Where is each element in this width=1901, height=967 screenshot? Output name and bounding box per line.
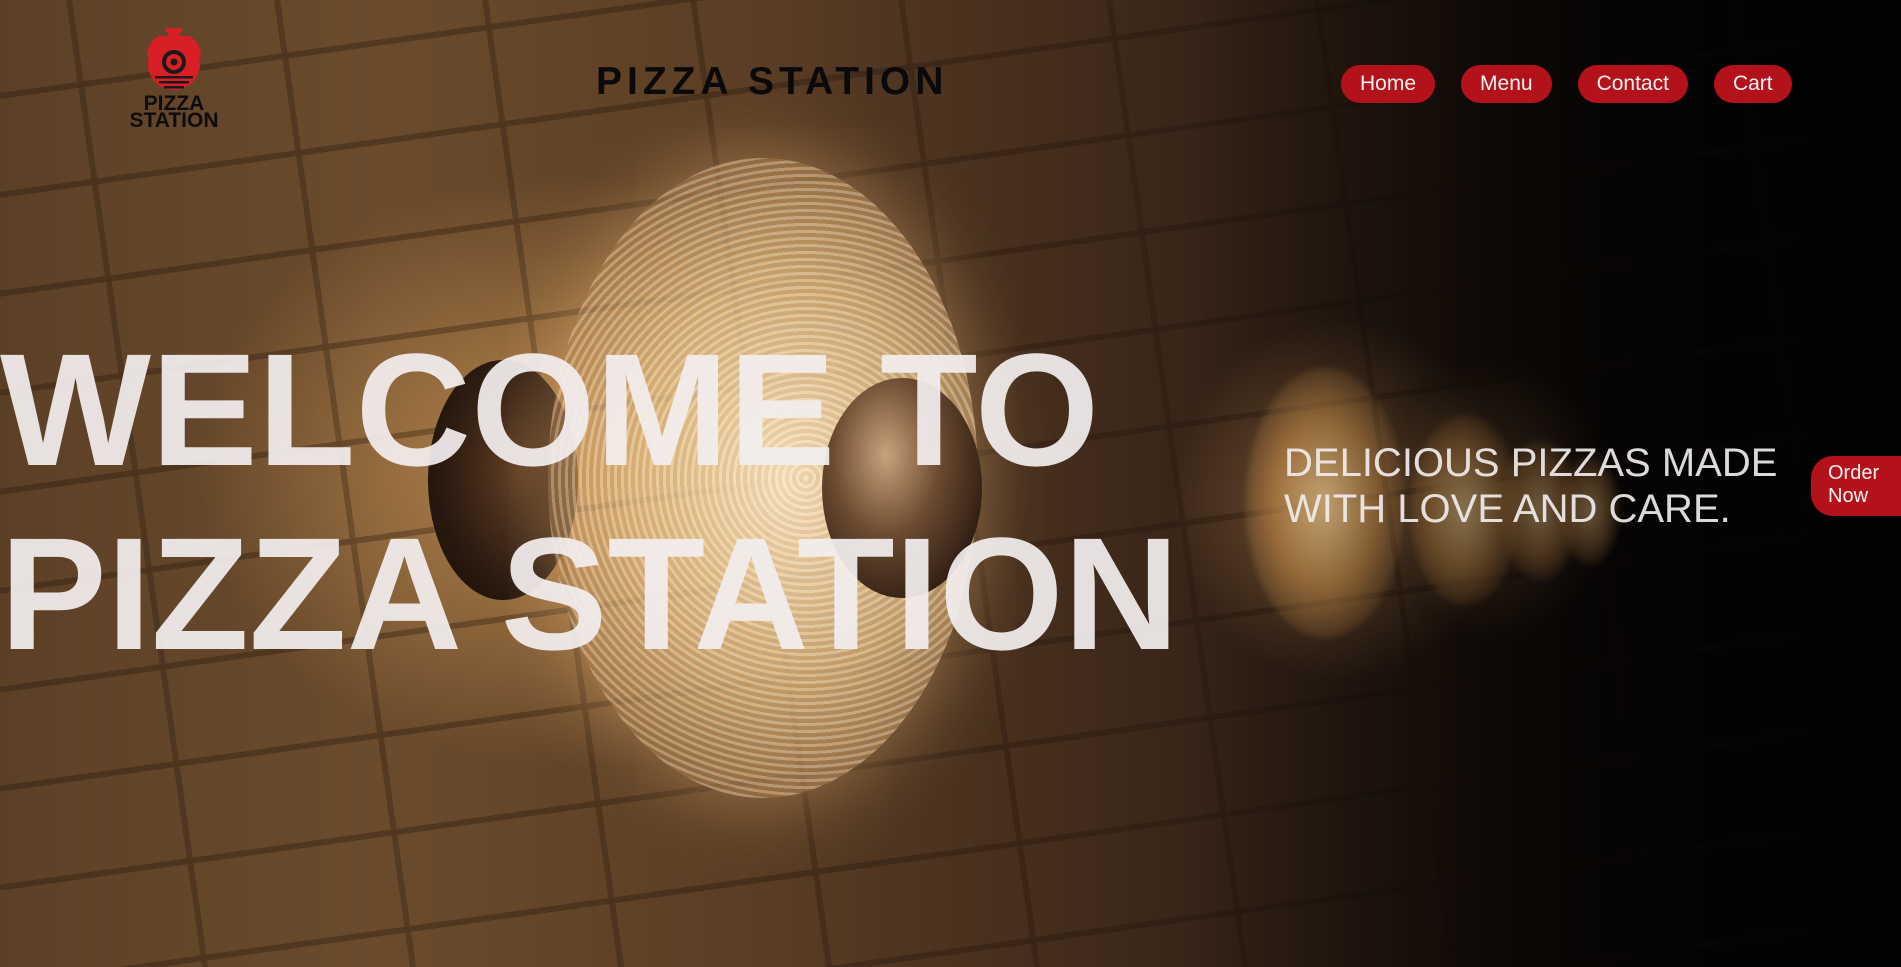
site-logo[interactable]: PIZZA STATION — [124, 26, 224, 131]
hero-heading: WELCOME TO PIZZA STATION — [0, 318, 1179, 686]
order-now-label-line2: Now — [1828, 485, 1869, 507]
hero-heading-line1: WELCOME TO — [0, 320, 1100, 499]
nav-home-link[interactable]: Home — [1341, 65, 1436, 103]
main-nav: Home Menu Contact Cart — [1341, 65, 1792, 103]
hero-tagline: DELICIOUS PIZZAS MADE WITH LOVE AND CARE… — [1284, 441, 1778, 531]
order-now-label-line1: Order — [1828, 462, 1880, 484]
hero-heading-line2: PIZZA STATION — [0, 504, 1180, 683]
nav-contact-link[interactable]: Contact — [1577, 65, 1688, 103]
nav-menu-link[interactable]: Menu — [1461, 65, 1552, 103]
order-now-button[interactable]: Order Now — [1811, 456, 1901, 516]
pizza-station-emblem-icon — [147, 28, 201, 90]
logo-text-line2: STATION — [129, 109, 219, 132]
site-title: PIZZA STATION — [596, 60, 949, 103]
nav-cart-link[interactable]: Cart — [1713, 65, 1792, 103]
landing-page: PIZZA STATION PIZZA STATION Home Menu Co… — [0, 0, 1901, 967]
